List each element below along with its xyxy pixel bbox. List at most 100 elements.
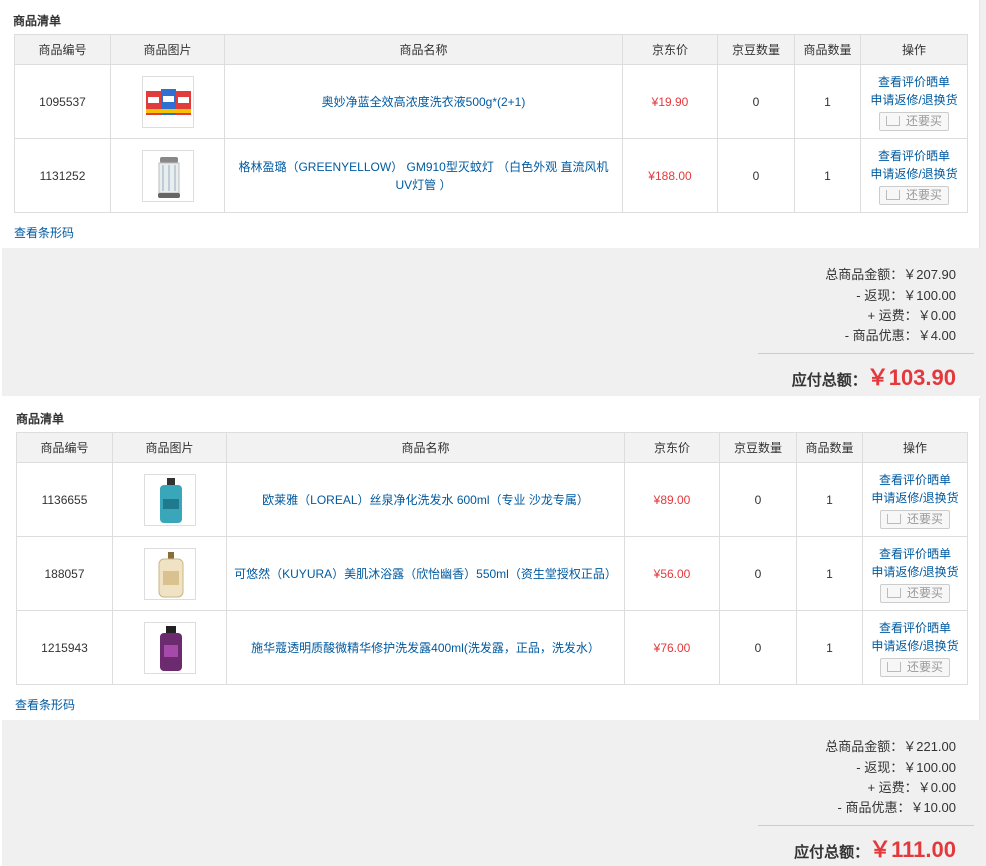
grand-total-label: 应付总额：: [791, 372, 867, 389]
product-name-cell: 奥妙净蓝全效高浓度洗衣液500g*(2+1): [224, 64, 623, 139]
product-thumbnail[interactable]: [143, 473, 196, 526]
review-link[interactable]: 查看评价晒单: [861, 147, 967, 165]
return-service-link[interactable]: 申请返修/退换货: [861, 165, 967, 183]
table-row: 1136655 欧莱雅（LOREAL）丝泉净化洗发水 600ml（专业 沙龙专属…: [16, 462, 968, 537]
purple-shampoo-image: [159, 625, 182, 671]
product-beans: 0: [719, 462, 797, 537]
product-price: ¥56.00: [624, 536, 720, 611]
product-beans: 0: [719, 536, 797, 611]
return-service-link[interactable]: 申请返修/退换货: [861, 91, 967, 109]
col-header-id: 商品编号: [14, 34, 111, 65]
product-image-cell: [112, 610, 227, 685]
shipping-label: + 运费：: [867, 308, 918, 323]
product-name-cell: 欧莱雅（LOREAL）丝泉净化洗发水 600ml（专业 沙龙专属）: [226, 462, 625, 537]
rebuy-label: 还要买: [906, 659, 943, 674]
ops-cell: 查看评价晒单 申请返修/退换货 还要买: [862, 610, 968, 685]
cashback-value: ￥100.00: [903, 760, 956, 775]
page-right-edge: [980, 0, 986, 866]
product-image-cell: [110, 138, 225, 213]
product-thumbnail[interactable]: [141, 75, 194, 128]
rebuy-button[interactable]: 还要买: [880, 509, 950, 529]
ops-cell: 查看评价晒单 申请返修/退换货 还要买: [860, 64, 968, 139]
return-service-link[interactable]: 申请返修/退换货: [863, 637, 967, 655]
grand-total-label: 应付总额：: [794, 844, 870, 861]
teal-shampoo-image: [159, 477, 182, 523]
product-name-link[interactable]: 施华蔻透明质酸微精华修护洗发露400ml(洗发露，正品，洗发水）: [251, 641, 600, 655]
product-price: ¥19.90: [622, 64, 718, 139]
product-price: ¥188.00: [622, 138, 718, 213]
product-image-cell: [112, 462, 227, 537]
product-name-link[interactable]: 格林盈璐（GREENYELLOW） GM910型灭蚊灯 （白色外观 直流风机 U…: [238, 160, 608, 192]
rebuy-button[interactable]: 还要买: [880, 583, 950, 603]
return-service-link[interactable]: 申请返修/退换货: [863, 563, 967, 581]
product-name-link[interactable]: 可悠然（KUYURA）美肌沐浴露（欣怡幽香）550ml（资生堂授权正品）: [234, 567, 617, 581]
product-price: ¥76.00: [624, 610, 720, 685]
cashback-value: ￥100.00: [903, 288, 956, 303]
cashback-line: - 返现：￥100.00: [856, 757, 956, 776]
product-name-cell: 可悠然（KUYURA）美肌沐浴露（欣怡幽香）550ml（资生堂授权正品）: [226, 536, 625, 611]
goods-total-value: ￥207.90: [903, 267, 956, 282]
order-1-section-title: 商品清单: [13, 14, 62, 28]
col-header-name: 商品名称: [226, 432, 625, 463]
col-header-image: 商品图片: [112, 432, 227, 463]
product-qty: 1: [794, 138, 861, 213]
review-link[interactable]: 查看评价晒单: [861, 73, 967, 91]
goods-total-label: 总商品金额：: [825, 267, 904, 282]
table-row: 1215943 施华蔻透明质酸微精华修护洗发露400ml(洗发露，正品，洗发水）…: [16, 610, 968, 685]
shipping-line: + 运费：￥0.00: [867, 777, 956, 796]
return-service-link[interactable]: 申请返修/退换货: [863, 489, 967, 507]
col-header-ops: 操作: [860, 34, 968, 65]
rebuy-button[interactable]: 还要买: [880, 657, 950, 677]
cashback-label: - 返现：: [856, 760, 904, 775]
product-name-link[interactable]: 欧莱雅（LOREAL）丝泉净化洗发水 600ml（专业 沙龙专属）: [262, 493, 589, 507]
col-header-name: 商品名称: [224, 34, 623, 65]
col-header-price: 京东价: [624, 432, 720, 463]
product-name-link[interactable]: 奥妙净蓝全效高浓度洗衣液500g*(2+1): [322, 95, 526, 109]
product-qty: 1: [794, 64, 861, 139]
product-qty: 1: [796, 536, 863, 611]
product-price: ¥89.00: [624, 462, 720, 537]
product-name-cell: 格林盈璐（GREENYELLOW） GM910型灭蚊灯 （白色外观 直流风机 U…: [224, 138, 623, 213]
product-id: 1131252: [14, 138, 111, 213]
product-beans: 0: [719, 610, 797, 685]
view-barcode-link[interactable]: 查看条形码: [14, 224, 74, 241]
review-link[interactable]: 查看评价晒单: [863, 619, 967, 637]
table-header-row: 商品编号 商品图片 商品名称 京东价 京豆数量 商品数量 操作: [14, 34, 968, 65]
product-qty: 1: [796, 610, 863, 685]
cart-icon: [886, 587, 901, 598]
product-id: 1095537: [14, 64, 111, 139]
product-name-cell: 施华蔻透明质酸微精华修护洗发露400ml(洗发露，正品，洗发水）: [226, 610, 625, 685]
cashback-label: - 返现：: [856, 288, 904, 303]
product-thumbnail[interactable]: [143, 547, 196, 600]
cart-icon: [886, 661, 901, 672]
discount-line: - 商品优惠：￥10.00: [838, 797, 957, 816]
rebuy-button[interactable]: 还要买: [879, 185, 949, 205]
product-thumbnail[interactable]: [141, 149, 194, 202]
ops-cell: 查看评价晒单 申请返修/退换货 还要买: [860, 138, 968, 213]
shipping-label: + 运费：: [867, 780, 918, 795]
product-thumbnail[interactable]: [143, 621, 196, 674]
col-header-qty: 商品数量: [796, 432, 863, 463]
mosquito-lamp-image: [157, 156, 180, 198]
rebuy-button[interactable]: 还要买: [879, 111, 949, 131]
rebuy-label: 还要买: [906, 585, 943, 600]
product-qty: 1: [796, 462, 863, 537]
order-1-items-table: 商品编号 商品图片 商品名称 京东价 京豆数量 商品数量 操作 1095537 …: [14, 34, 968, 213]
col-header-price: 京东价: [622, 34, 718, 65]
product-id: 1215943: [16, 610, 113, 685]
product-beans: 0: [717, 138, 795, 213]
ops-cell: 查看评价晒单 申请返修/退换货 还要买: [862, 462, 968, 537]
rebuy-label: 还要买: [905, 113, 942, 128]
discount-label: - 商品优惠：: [844, 328, 918, 343]
discount-label: - 商品优惠：: [837, 800, 911, 815]
view-barcode-link[interactable]: 查看条形码: [15, 696, 75, 713]
review-link[interactable]: 查看评价晒单: [863, 545, 967, 563]
product-image-cell: [110, 64, 225, 139]
grand-total-value: ￥103.90: [866, 365, 956, 390]
order-2-items-table: 商品编号 商品图片 商品名称 京东价 京豆数量 商品数量 操作 1136655 …: [16, 432, 968, 685]
ops-cell: 查看评价晒单 申请返修/退换货 还要买: [862, 536, 968, 611]
review-link[interactable]: 查看评价晒单: [863, 471, 967, 489]
shipping-value: ￥0.00: [917, 780, 956, 795]
goods-total-line: 总商品金额：￥221.00: [825, 736, 956, 755]
goods-total-line: 总商品金额：￥207.90: [825, 264, 956, 283]
